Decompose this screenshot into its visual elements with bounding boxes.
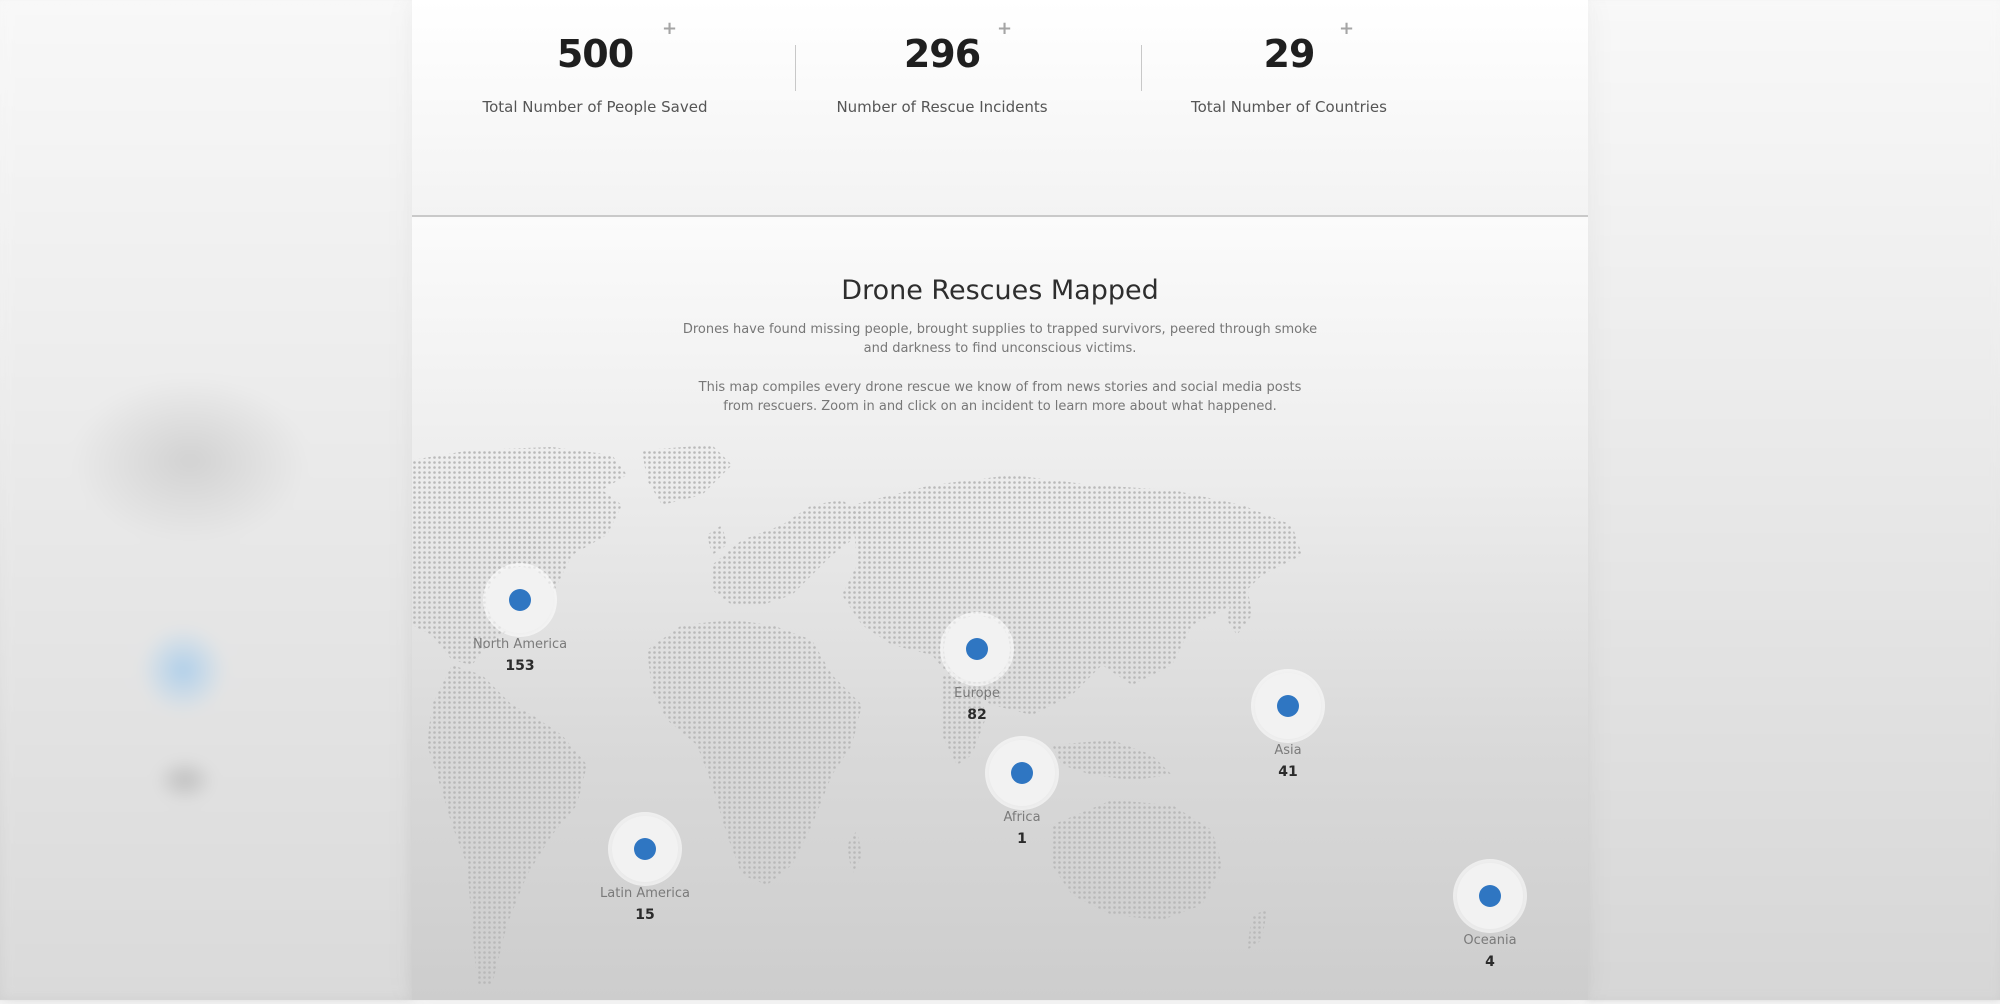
intro-paragraph: Drones have found missing people, brough… xyxy=(682,322,1318,356)
region-count: 15 xyxy=(635,907,655,923)
region-marker-north-america[interactable]: North America 153 xyxy=(460,567,580,674)
region-marker-africa[interactable]: Africa 1 xyxy=(962,740,1082,847)
marker-dot-icon xyxy=(1479,885,1501,907)
stat-people-saved: 500 + Total Number of People Saved xyxy=(422,0,768,150)
marker-dot-icon xyxy=(509,589,531,611)
region-count: 4 xyxy=(1485,954,1495,970)
plus-icon: + xyxy=(1339,18,1355,39)
marker-ring xyxy=(1255,673,1321,739)
stat-value: 500 xyxy=(556,32,634,76)
stat-label: Total Number of People Saved xyxy=(482,98,708,116)
region-marker-oceania[interactable]: Oceania 4 xyxy=(1430,863,1550,970)
stat-label: Total Number of Countries xyxy=(1191,98,1387,116)
region-name: Oceania xyxy=(1463,933,1517,948)
region-marker-latin-america[interactable]: Latin America 15 xyxy=(585,816,705,923)
region-count: 153 xyxy=(505,658,535,674)
blurred-background-right xyxy=(1587,0,2000,1000)
marker-dot-icon xyxy=(1011,762,1033,784)
marker-ring xyxy=(1457,863,1523,929)
stat-label: Number of Rescue Incidents xyxy=(836,98,1048,116)
blurred-background-left xyxy=(0,0,412,1000)
stat-value: 29 xyxy=(1263,32,1316,76)
main-panel: 500 + Total Number of People Saved 296 +… xyxy=(412,0,1588,1000)
region-name: Africa xyxy=(1003,810,1041,825)
map-description: This map compiles every drone rescue we … xyxy=(698,380,1302,414)
region-name: Europe xyxy=(954,686,1000,701)
marker-ring xyxy=(612,816,678,882)
world-map[interactable]: North America 153 Europe 82 Africa 1 Asi… xyxy=(412,445,1588,1000)
stat-rescue-incidents: 296 + Number of Rescue Incidents xyxy=(769,0,1115,150)
region-count: 41 xyxy=(1278,764,1298,780)
region-name: Latin America xyxy=(600,886,690,901)
plus-icon: + xyxy=(662,18,678,39)
section-title: Drone Rescues Mapped xyxy=(841,275,1159,306)
marker-ring xyxy=(989,740,1055,806)
stats-bar: 500 + Total Number of People Saved 296 +… xyxy=(412,0,1588,217)
marker-dot-icon xyxy=(634,838,656,860)
region-marker-asia[interactable]: Asia 41 xyxy=(1228,673,1348,780)
marker-dot-icon xyxy=(1277,695,1299,717)
region-count: 1 xyxy=(1017,831,1027,847)
region-name: Asia xyxy=(1274,743,1302,758)
stat-countries: 29 + Total Number of Countries xyxy=(1116,0,1462,150)
marker-ring xyxy=(944,616,1010,682)
marker-ring xyxy=(487,567,553,633)
region-marker-europe[interactable]: Europe 82 xyxy=(917,616,1037,723)
plus-icon: + xyxy=(997,18,1013,39)
marker-dot-icon xyxy=(966,638,988,660)
stat-value: 296 xyxy=(903,32,981,76)
region-count: 82 xyxy=(967,707,987,723)
region-name: North America xyxy=(472,637,568,652)
